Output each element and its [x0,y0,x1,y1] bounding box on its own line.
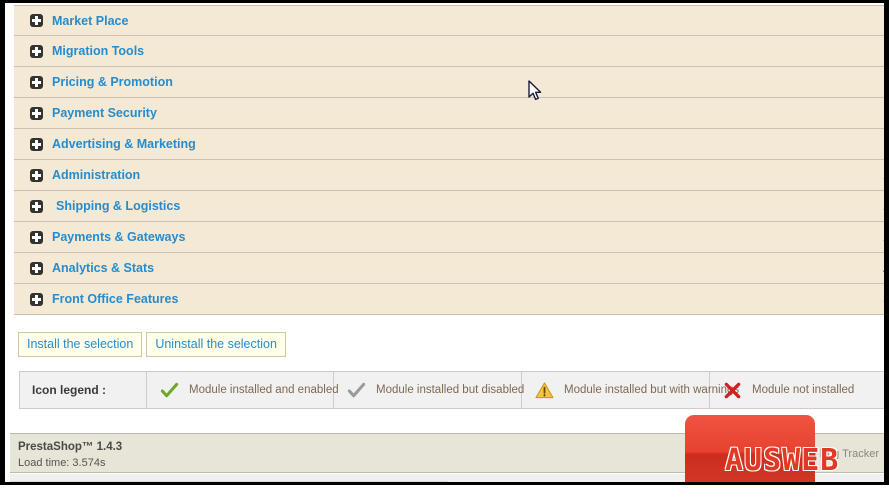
module-category-count: 10 [883,168,884,182]
gray-check-icon [346,380,366,400]
legend-item: Module not installed [710,372,884,408]
legend-item-label: Module installed but disabled [376,384,525,396]
legend-item: Module installed but disabled [334,372,525,408]
legend-item: Module installed but with warnings [522,372,739,408]
module-category-count: 12 [883,230,884,244]
expand-plus-icon[interactable] [30,106,43,120]
expand-plus-icon[interactable] [30,14,43,27]
legend-item-label: Module not installed [752,384,855,396]
expand-plus-icon[interactable] [30,199,43,213]
module-category-label[interactable]: Migration Tools [52,44,144,58]
module-category-count: 34 [883,292,884,306]
legend-items-container: Module installed and enabled Module insta… [146,372,884,408]
action-button-group: Install the selection Uninstall the sele… [18,332,286,357]
expand-plus-icon[interactable] [30,44,43,58]
ausweb-logo-overlay: AUSWEB [685,415,838,482]
module-category-list: Market Place1Migration Tools2Pricing & P… [14,5,884,315]
legend-title: Icon legend : [20,372,146,408]
uninstall-selection-button[interactable]: Uninstall the selection [146,332,286,357]
module-category-count: 10 [883,199,884,213]
icon-legend-bar: Icon legend : Module installed and enabl… [19,371,884,409]
ausweb-logo-text: AUSWEB [725,443,840,478]
module-category-label[interactable]: Market Place [52,14,128,28]
legend-item-label: Module installed and enabled [189,384,339,396]
expand-plus-icon[interactable] [30,230,43,244]
expand-plus-icon[interactable] [30,261,43,275]
module-category-label[interactable]: Payments & Gateways [52,230,185,244]
expand-plus-icon[interactable] [30,292,43,306]
below-footer-outline [10,481,448,482]
footer-version-text: PrestaShop™ 1.4.3 [18,441,123,453]
module-category-label[interactable]: Administration [52,168,140,182]
install-selection-button[interactable]: Install the selection [18,332,143,357]
expand-plus-icon[interactable] [30,168,43,182]
module-category-row[interactable]: Market Place1 [14,5,884,36]
module-category-row[interactable]: Shipping & Logistics 10 [14,191,884,222]
expand-plus-icon[interactable] [30,75,43,89]
module-category-label[interactable]: Shipping & Logistics [52,199,180,213]
module-category-row[interactable]: Advertising & Marketing6 [14,129,884,160]
footer-load-time-text: Load time: 3.574s [18,457,106,469]
page-body: Market Place1Migration Tools2Pricing & P… [5,3,884,482]
module-category-label[interactable]: Payment Security [52,106,157,120]
module-category-row[interactable]: Analytics & Stats 26 [14,253,884,284]
green-check-icon [159,380,179,400]
module-category-label[interactable]: Advertising & Marketing [52,137,196,151]
red-cross-icon [722,380,742,400]
module-category-row[interactable]: Payment Security4 [14,98,884,129]
module-category-row[interactable]: Administration 10 [14,160,884,191]
window-right-border [884,0,889,485]
module-category-row[interactable]: Pricing & Promotion3 [14,67,884,98]
module-category-count: 26 [883,261,884,275]
module-category-row[interactable]: Front Office Features 34 [14,284,884,315]
module-category-row[interactable]: Migration Tools2 [14,36,884,67]
warning-triangle-icon [534,380,554,400]
module-category-row[interactable]: Payments & Gateways 12 [14,222,884,253]
window-bottom-border [0,482,889,485]
module-category-label[interactable]: Front Office Features [52,292,178,306]
legend-item: Module installed and enabled [146,372,339,408]
module-category-label[interactable]: Analytics & Stats [52,261,154,275]
module-category-label[interactable]: Pricing & Promotion [52,75,173,89]
expand-plus-icon[interactable] [30,137,43,151]
legend-title-text: Icon legend : [32,383,107,397]
